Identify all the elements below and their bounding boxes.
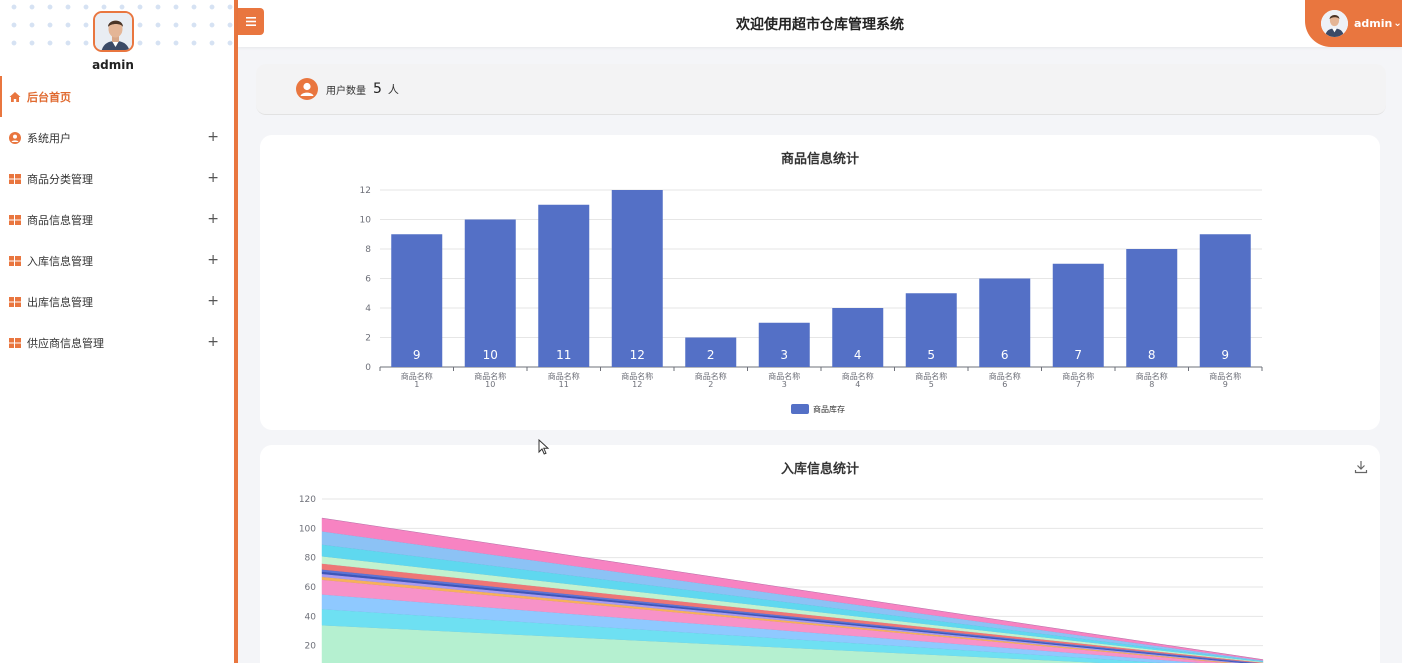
- y-tick-label: 100: [299, 524, 316, 534]
- y-tick-label: 4: [365, 304, 371, 314]
- person-avatar-icon: [1321, 10, 1348, 37]
- chevron-down-icon: ⌄: [1393, 18, 1402, 29]
- data-label: 10: [483, 348, 498, 362]
- data-label: 9: [413, 348, 421, 362]
- app-root: admin 后台首页 系统用户 + 商品分类管理 + 商品信息管理 + 入库信息…: [0, 0, 1402, 663]
- user-menu-button[interactable]: admin ⌄: [1305, 0, 1402, 47]
- data-label: 11: [556, 348, 571, 362]
- sidebar-item-label: 商品信息管理: [27, 213, 93, 227]
- sidebar-item-system-users[interactable]: 系统用户 +: [0, 117, 234, 158]
- grid-icon: [9, 296, 21, 308]
- y-tick-label: 0: [365, 363, 371, 373]
- y-tick-label: 8: [365, 245, 371, 255]
- grid-icon: [9, 173, 21, 185]
- x-tick-label: 10: [485, 380, 495, 389]
- legend-label: 商品库存: [813, 404, 845, 414]
- data-label: 2: [707, 348, 715, 362]
- grid-icon: [9, 337, 21, 349]
- expand-icon[interactable]: +: [207, 170, 219, 186]
- expand-icon[interactable]: +: [207, 334, 219, 350]
- y-tick-label: 12: [360, 186, 371, 196]
- x-tick-label: 11: [559, 380, 569, 389]
- y-tick-label: 60: [305, 583, 317, 593]
- y-tick-label: 20: [305, 642, 317, 652]
- expand-icon[interactable]: +: [207, 211, 219, 227]
- user-name: admin: [1354, 17, 1393, 30]
- sidebar-item-dashboard[interactable]: 后台首页: [0, 76, 234, 117]
- sidebar: admin 后台首页 系统用户 + 商品分类管理 + 商品信息管理 + 入库信息…: [0, 0, 234, 663]
- x-tick-label: 5: [929, 380, 934, 389]
- sidebar-item-label: 供应商信息管理: [27, 336, 104, 350]
- x-tick-label: 4: [855, 380, 860, 389]
- bar: [611, 190, 663, 367]
- expand-icon[interactable]: +: [207, 252, 219, 268]
- area-chart: 20 40 60 80 100 120: [299, 495, 1264, 663]
- profile-avatar[interactable]: [93, 11, 134, 52]
- product-chart-card: 商品信息统计 0 2 4 6 8 10 12 9 商品名称 1 10 商品名称 10 11 商品名称 11 12…: [260, 135, 1380, 430]
- data-label: 4: [854, 348, 862, 362]
- data-label: 9: [1221, 348, 1229, 362]
- sidebar-item-product[interactable]: 商品信息管理 +: [0, 199, 234, 240]
- sidebar-item-supplier[interactable]: 供应商信息管理 +: [0, 322, 234, 363]
- bar-chart: 0246810129商品名称110商品名称1011商品名称1112商品名称122…: [360, 186, 1263, 414]
- bar: [538, 204, 590, 367]
- y-tick-label: 40: [305, 612, 317, 622]
- x-tick-label: 1: [414, 380, 419, 389]
- avatar: [1321, 10, 1348, 37]
- data-label: 8: [1148, 348, 1156, 362]
- expand-icon[interactable]: +: [207, 129, 219, 145]
- top-header: 欢迎使用超市仓库管理系统 admin ⌄: [238, 0, 1402, 47]
- expand-icon[interactable]: +: [207, 293, 219, 309]
- stock-in-chart-card: 入库信息统计 20 40 60 80 100 120: [260, 445, 1380, 663]
- sidebar-menu: 后台首页 系统用户 + 商品分类管理 + 商品信息管理 + 入库信息管理 + 出…: [0, 76, 234, 363]
- person-avatar-icon: [95, 13, 132, 50]
- data-label: 3: [780, 348, 788, 362]
- y-tick-label: 10: [360, 216, 372, 226]
- x-tick-label: 12: [632, 380, 642, 389]
- y-tick-label: 2: [365, 334, 371, 344]
- user-icon: [296, 78, 318, 100]
- grid-icon: [9, 255, 21, 267]
- sidebar-item-label: 商品分类管理: [27, 172, 93, 186]
- sidebar-item-label: 系统用户: [27, 131, 71, 145]
- user-count-panel: 用户数量 5 人: [256, 64, 1386, 115]
- x-tick-label: 6: [1002, 380, 1007, 389]
- user-count-label: 用户数量: [326, 85, 366, 97]
- x-tick-label: 2: [708, 380, 713, 389]
- data-label: 12: [630, 348, 645, 362]
- user-count-value: 5: [373, 81, 382, 97]
- sidebar-item-stock-in[interactable]: 入库信息管理 +: [0, 240, 234, 281]
- sidebar-divider: [234, 0, 238, 663]
- legend-swatch: [791, 404, 809, 414]
- y-tick-label: 80: [305, 554, 317, 564]
- profile-name: admin: [92, 58, 134, 72]
- x-tick-label: 9: [1223, 380, 1228, 389]
- data-label: 7: [1074, 348, 1082, 362]
- x-tick-label: 3: [782, 380, 787, 389]
- x-tick-label: 7: [1076, 380, 1081, 389]
- mouse-cursor-icon: [538, 439, 550, 455]
- data-label: 6: [1001, 348, 1009, 362]
- user-count-unit: 人: [387, 83, 399, 96]
- sidebar-item-category[interactable]: 商品分类管理 +: [0, 158, 234, 199]
- home-icon: [9, 91, 21, 103]
- user-icon: [9, 131, 21, 144]
- data-label: 5: [927, 348, 935, 362]
- sidebar-item-label: 入库信息管理: [27, 254, 93, 268]
- sidebar-item-label: 出库信息管理: [27, 295, 93, 309]
- y-tick-label: 120: [299, 495, 316, 505]
- grid-icon: [9, 214, 21, 226]
- x-tick-label: 8: [1149, 380, 1154, 389]
- sidebar-item-label: 后台首页: [27, 90, 71, 104]
- bar: [464, 219, 516, 367]
- y-tick-label: 6: [365, 275, 371, 285]
- page-title: 欢迎使用超市仓库管理系统: [736, 17, 904, 33]
- sidebar-item-stock-out[interactable]: 出库信息管理 +: [0, 281, 234, 322]
